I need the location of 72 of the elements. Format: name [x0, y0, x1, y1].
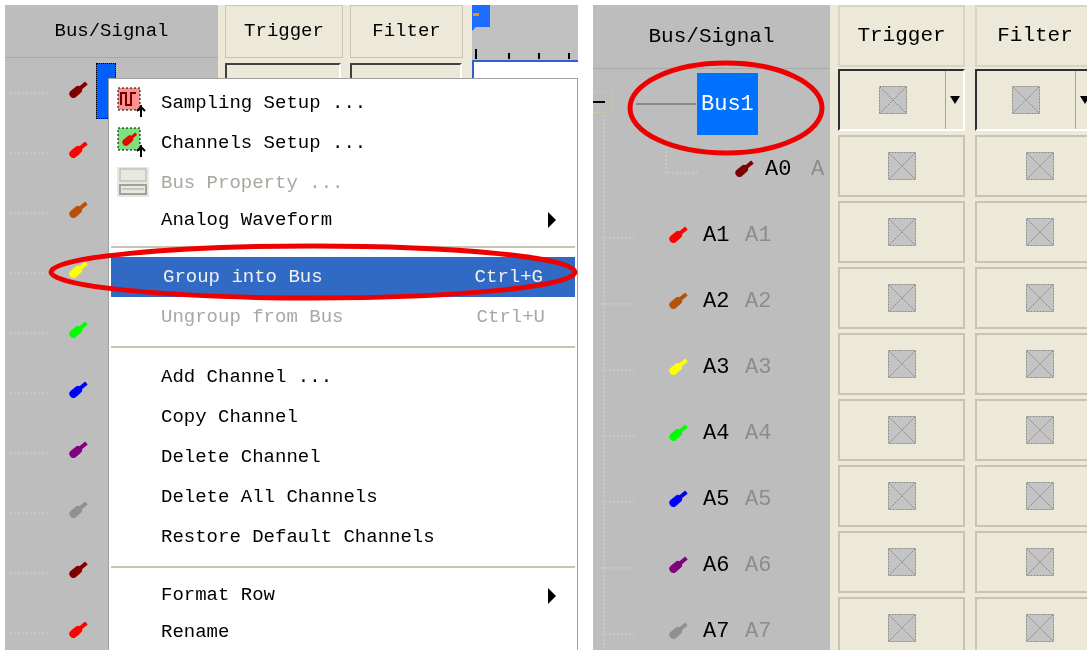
menu-item[interactable]: Format Row: [109, 577, 577, 614]
menu-item[interactable]: Group into Bus Ctrl+G: [111, 257, 575, 297]
bus-icon: [117, 167, 149, 197]
tree-line: [665, 135, 699, 175]
column-header[interactable]: Bus/Signal: [5, 5, 218, 58]
crossed-box-icon: [1026, 416, 1054, 444]
crossed-box-icon: [887, 614, 916, 642]
crossed-box-icon: [1026, 152, 1054, 180]
crossed-box-icon: [887, 548, 916, 576]
trigger-cell[interactable]: [838, 201, 965, 263]
dropdown-arrow-icon: [949, 96, 960, 104]
submenu-arrow-icon: [547, 212, 557, 228]
filter-cell[interactable]: [975, 465, 1087, 527]
trigger-dropdown[interactable]: [838, 69, 965, 131]
filter-cell[interactable]: [975, 399, 1087, 461]
column-header[interactable]: Trigger: [838, 5, 965, 67]
crossed-box-icon: [887, 482, 916, 510]
filter-cell[interactable]: [975, 597, 1087, 650]
signal-name: A3: [703, 354, 730, 382]
crossed-box-icon: [887, 416, 916, 444]
filter-cell[interactable]: [975, 531, 1087, 593]
connector-line: [636, 103, 696, 105]
signal-name: A7: [703, 618, 730, 646]
signal-name: A2: [703, 288, 730, 316]
column-header[interactable]: Bus/Signal: [593, 5, 830, 69]
crossed-box-icon: [887, 218, 916, 246]
menu-item[interactable]: Add Channel ...: [109, 357, 577, 397]
crossed-box-icon: [1026, 614, 1054, 642]
filter-dropdown[interactable]: [975, 69, 1087, 131]
column-header[interactable]: Filter: [350, 5, 463, 58]
trigger-cell[interactable]: [838, 267, 965, 329]
submenu-arrow-icon: [547, 587, 557, 604]
trigger-cell[interactable]: [838, 333, 965, 395]
filter-cell[interactable]: [975, 333, 1087, 395]
signal-name: A6: [703, 552, 730, 580]
column-header[interactable]: Trigger: [225, 5, 343, 58]
crossed-box-icon: [1026, 350, 1054, 378]
trigger-cell[interactable]: [838, 399, 965, 461]
filter-cell[interactable]: [975, 135, 1087, 197]
signal-name: A0: [765, 156, 792, 184]
trigger-cell[interactable]: [838, 465, 965, 527]
menu-item[interactable]: Delete Channel: [109, 437, 577, 477]
menu-item[interactable]: Channels Setup ...: [109, 123, 577, 163]
trigger-cell[interactable]: [838, 531, 965, 593]
crossed-box-icon: [1012, 86, 1040, 114]
trigger-cell[interactable]: [838, 597, 965, 650]
menu-item[interactable]: Rename: [109, 614, 577, 650]
crossed-box-icon: [1026, 482, 1054, 510]
menu-item[interactable]: Sampling Setup ...: [109, 83, 577, 123]
crossed-box-icon: [1026, 284, 1054, 312]
signal-name: A1: [703, 222, 730, 250]
crossed-box-icon: [1026, 218, 1054, 246]
bus-label[interactable]: Bus1: [697, 73, 758, 135]
crossed-box-icon: [1026, 548, 1054, 576]
filter-cell[interactable]: [975, 201, 1087, 263]
menu-item[interactable]: Analog Waveform: [109, 203, 577, 237]
crossed-box-icon: [878, 86, 907, 114]
trigger-cell[interactable]: [838, 135, 965, 197]
column-header[interactable]: Filter: [975, 5, 1087, 67]
sampling-setup-icon: [117, 87, 147, 119]
menu-item[interactable]: Delete All Channels: [109, 477, 577, 517]
signal-name: A4: [703, 420, 730, 448]
crossed-box-icon: [887, 152, 916, 180]
cursor-marker-icon: [472, 5, 492, 31]
crossed-box-icon: [887, 350, 916, 378]
crossed-box-icon: [887, 284, 916, 312]
filter-cell[interactable]: [975, 267, 1087, 329]
menu-item[interactable]: Copy Channel: [109, 397, 577, 437]
menu-item[interactable]: Restore Default Channels: [109, 517, 577, 557]
channels-setup-icon: [117, 127, 147, 159]
signal-name: A5: [703, 486, 730, 514]
dropdown-arrow-icon: [1079, 96, 1087, 104]
